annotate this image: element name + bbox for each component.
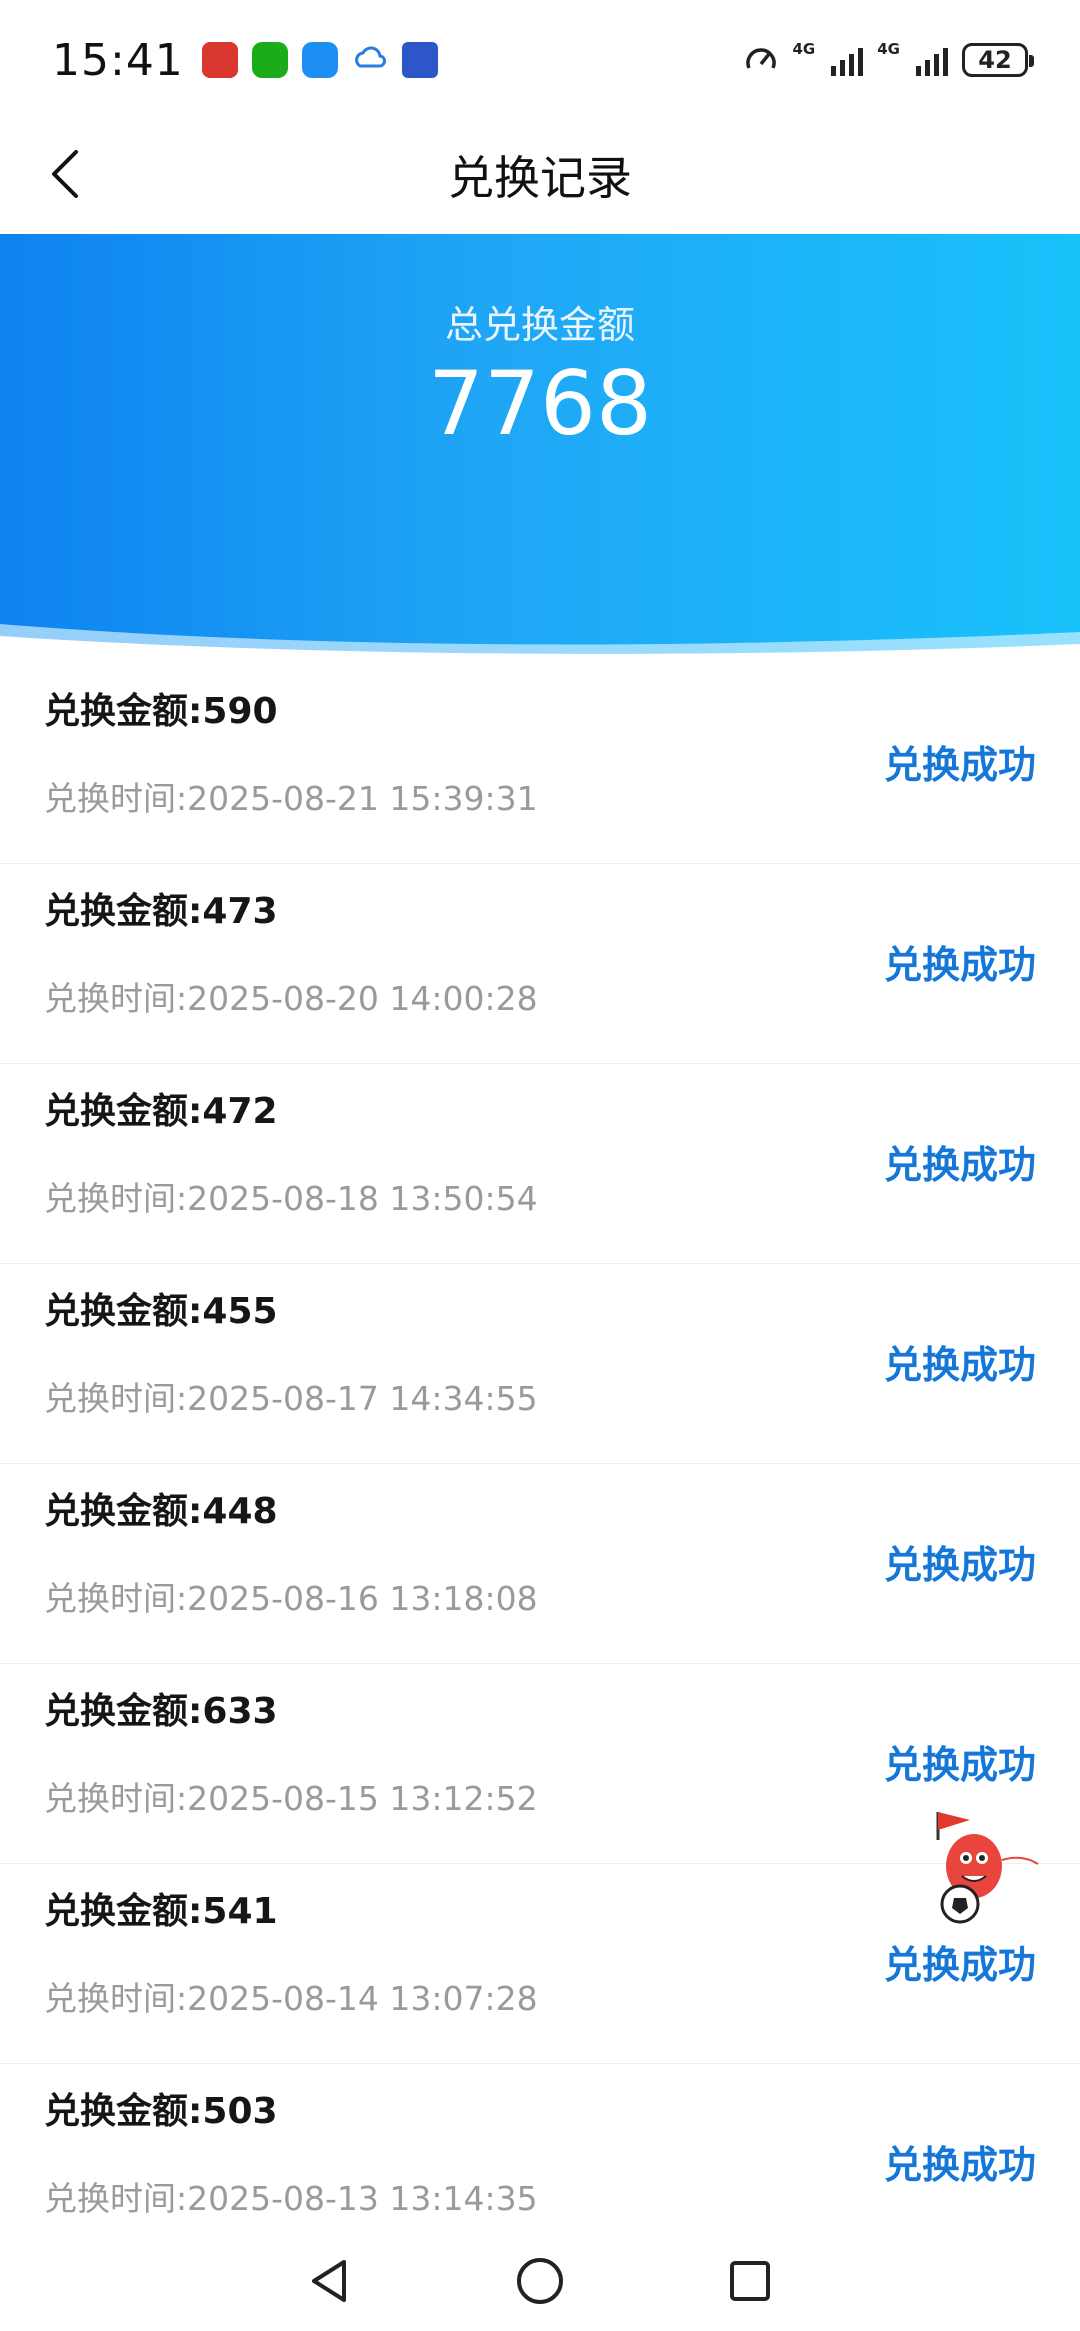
system-home-button[interactable] [510, 2251, 570, 2311]
record-status: 兑换成功 [883, 1943, 1036, 1987]
system-back-button[interactable] [300, 2251, 360, 2311]
record-status: 兑换成功 [883, 1143, 1036, 1187]
record-status: 兑换成功 [883, 2143, 1036, 2187]
record-time: 兑换时间:2025-08-15 13:12:52 [44, 1779, 538, 1818]
record-amount: 兑换金额:503 [44, 2091, 278, 2132]
status-indicators: 4G 4G 42 [743, 40, 1034, 78]
floating-mascot-icon[interactable] [918, 1800, 1058, 1940]
record-row[interactable]: 兑换金额:448 兑换时间:2025-08-16 13:18:08 兑换成功 [0, 1464, 1080, 1664]
record-amount: 兑换金额:472 [44, 1091, 278, 1132]
cloud-app-icon [352, 42, 388, 78]
triangle-back-icon [312, 2259, 346, 2302]
record-time: 兑换时间:2025-08-14 13:07:28 [44, 1979, 538, 2018]
record-time: 兑换时间:2025-08-20 14:00:28 [44, 979, 538, 1018]
total-exchange-value: 7768 [428, 352, 652, 455]
record-status: 兑换成功 [883, 1543, 1036, 1587]
system-recents-button[interactable] [720, 2251, 780, 2311]
record-amount: 兑换金额:541 [44, 1891, 278, 1932]
wave-decoration [0, 624, 1080, 664]
record-amount: 兑换金额:590 [44, 691, 278, 732]
circle-home-icon [517, 2257, 563, 2304]
message-icon [301, 42, 338, 78]
square-recents-icon [730, 2260, 770, 2301]
record-time: 兑换时间:2025-08-18 13:50:54 [44, 1179, 538, 1218]
wechat-icon [251, 42, 288, 78]
page-title: 兑换记录 [448, 151, 632, 205]
record-row[interactable]: 兑换金额:472 兑换时间:2025-08-18 13:50:54 兑换成功 [0, 1064, 1080, 1264]
speed-gauge-icon [745, 48, 776, 69]
red-app-icon [201, 42, 238, 78]
status-time: 15:41 [52, 34, 184, 86]
network-label-2: 4G [877, 40, 900, 58]
summary-banner: 总兑换金额 7768 [0, 234, 1080, 664]
record-amount: 兑换金额:448 [44, 1491, 278, 1532]
nav-header: 兑换记录 [0, 120, 1080, 234]
record-time: 兑换时间:2025-08-13 13:14:35 [44, 2179, 538, 2218]
record-status: 兑换成功 [883, 943, 1036, 987]
signal-strength-1-icon [831, 44, 864, 76]
record-row[interactable]: 兑换金额:455 兑换时间:2025-08-17 14:34:55 兑换成功 [0, 1264, 1080, 1464]
system-navigation-bar [0, 2230, 1080, 2331]
status-bar: 15:41 4G 4G 42 [0, 0, 1080, 120]
record-status: 兑换成功 [883, 1743, 1036, 1787]
record-time: 兑换时间:2025-08-17 14:34:55 [44, 1379, 538, 1418]
record-status: 兑换成功 [883, 1343, 1036, 1387]
total-exchange-label: 总兑换金额 [444, 303, 635, 347]
record-row[interactable]: 兑换金额:473 兑换时间:2025-08-20 14:00:28 兑换成功 [0, 864, 1080, 1064]
network-label-1: 4G [792, 40, 816, 58]
battery-icon: 42 [962, 43, 1034, 77]
exchange-record-list: 兑换金额:590 兑换时间:2025-08-21 15:39:31 兑换成功 兑… [0, 664, 1080, 2264]
record-amount: 兑换金额:455 [44, 1291, 278, 1332]
record-time: 兑换时间:2025-08-21 15:39:31 [44, 779, 538, 818]
record-row[interactable]: 兑换金额:590 兑换时间:2025-08-21 15:39:31 兑换成功 [0, 664, 1080, 864]
status-app-icons [201, 42, 438, 78]
record-time: 兑换时间:2025-08-16 13:18:08 [44, 1579, 538, 1618]
signal-strength-2-icon [916, 44, 948, 76]
record-status: 兑换成功 [883, 743, 1036, 787]
navy-app-icon [401, 42, 438, 78]
record-amount: 兑换金额:633 [44, 1691, 278, 1732]
record-amount: 兑换金额:473 [44, 891, 278, 932]
battery-level: 42 [978, 46, 1012, 74]
